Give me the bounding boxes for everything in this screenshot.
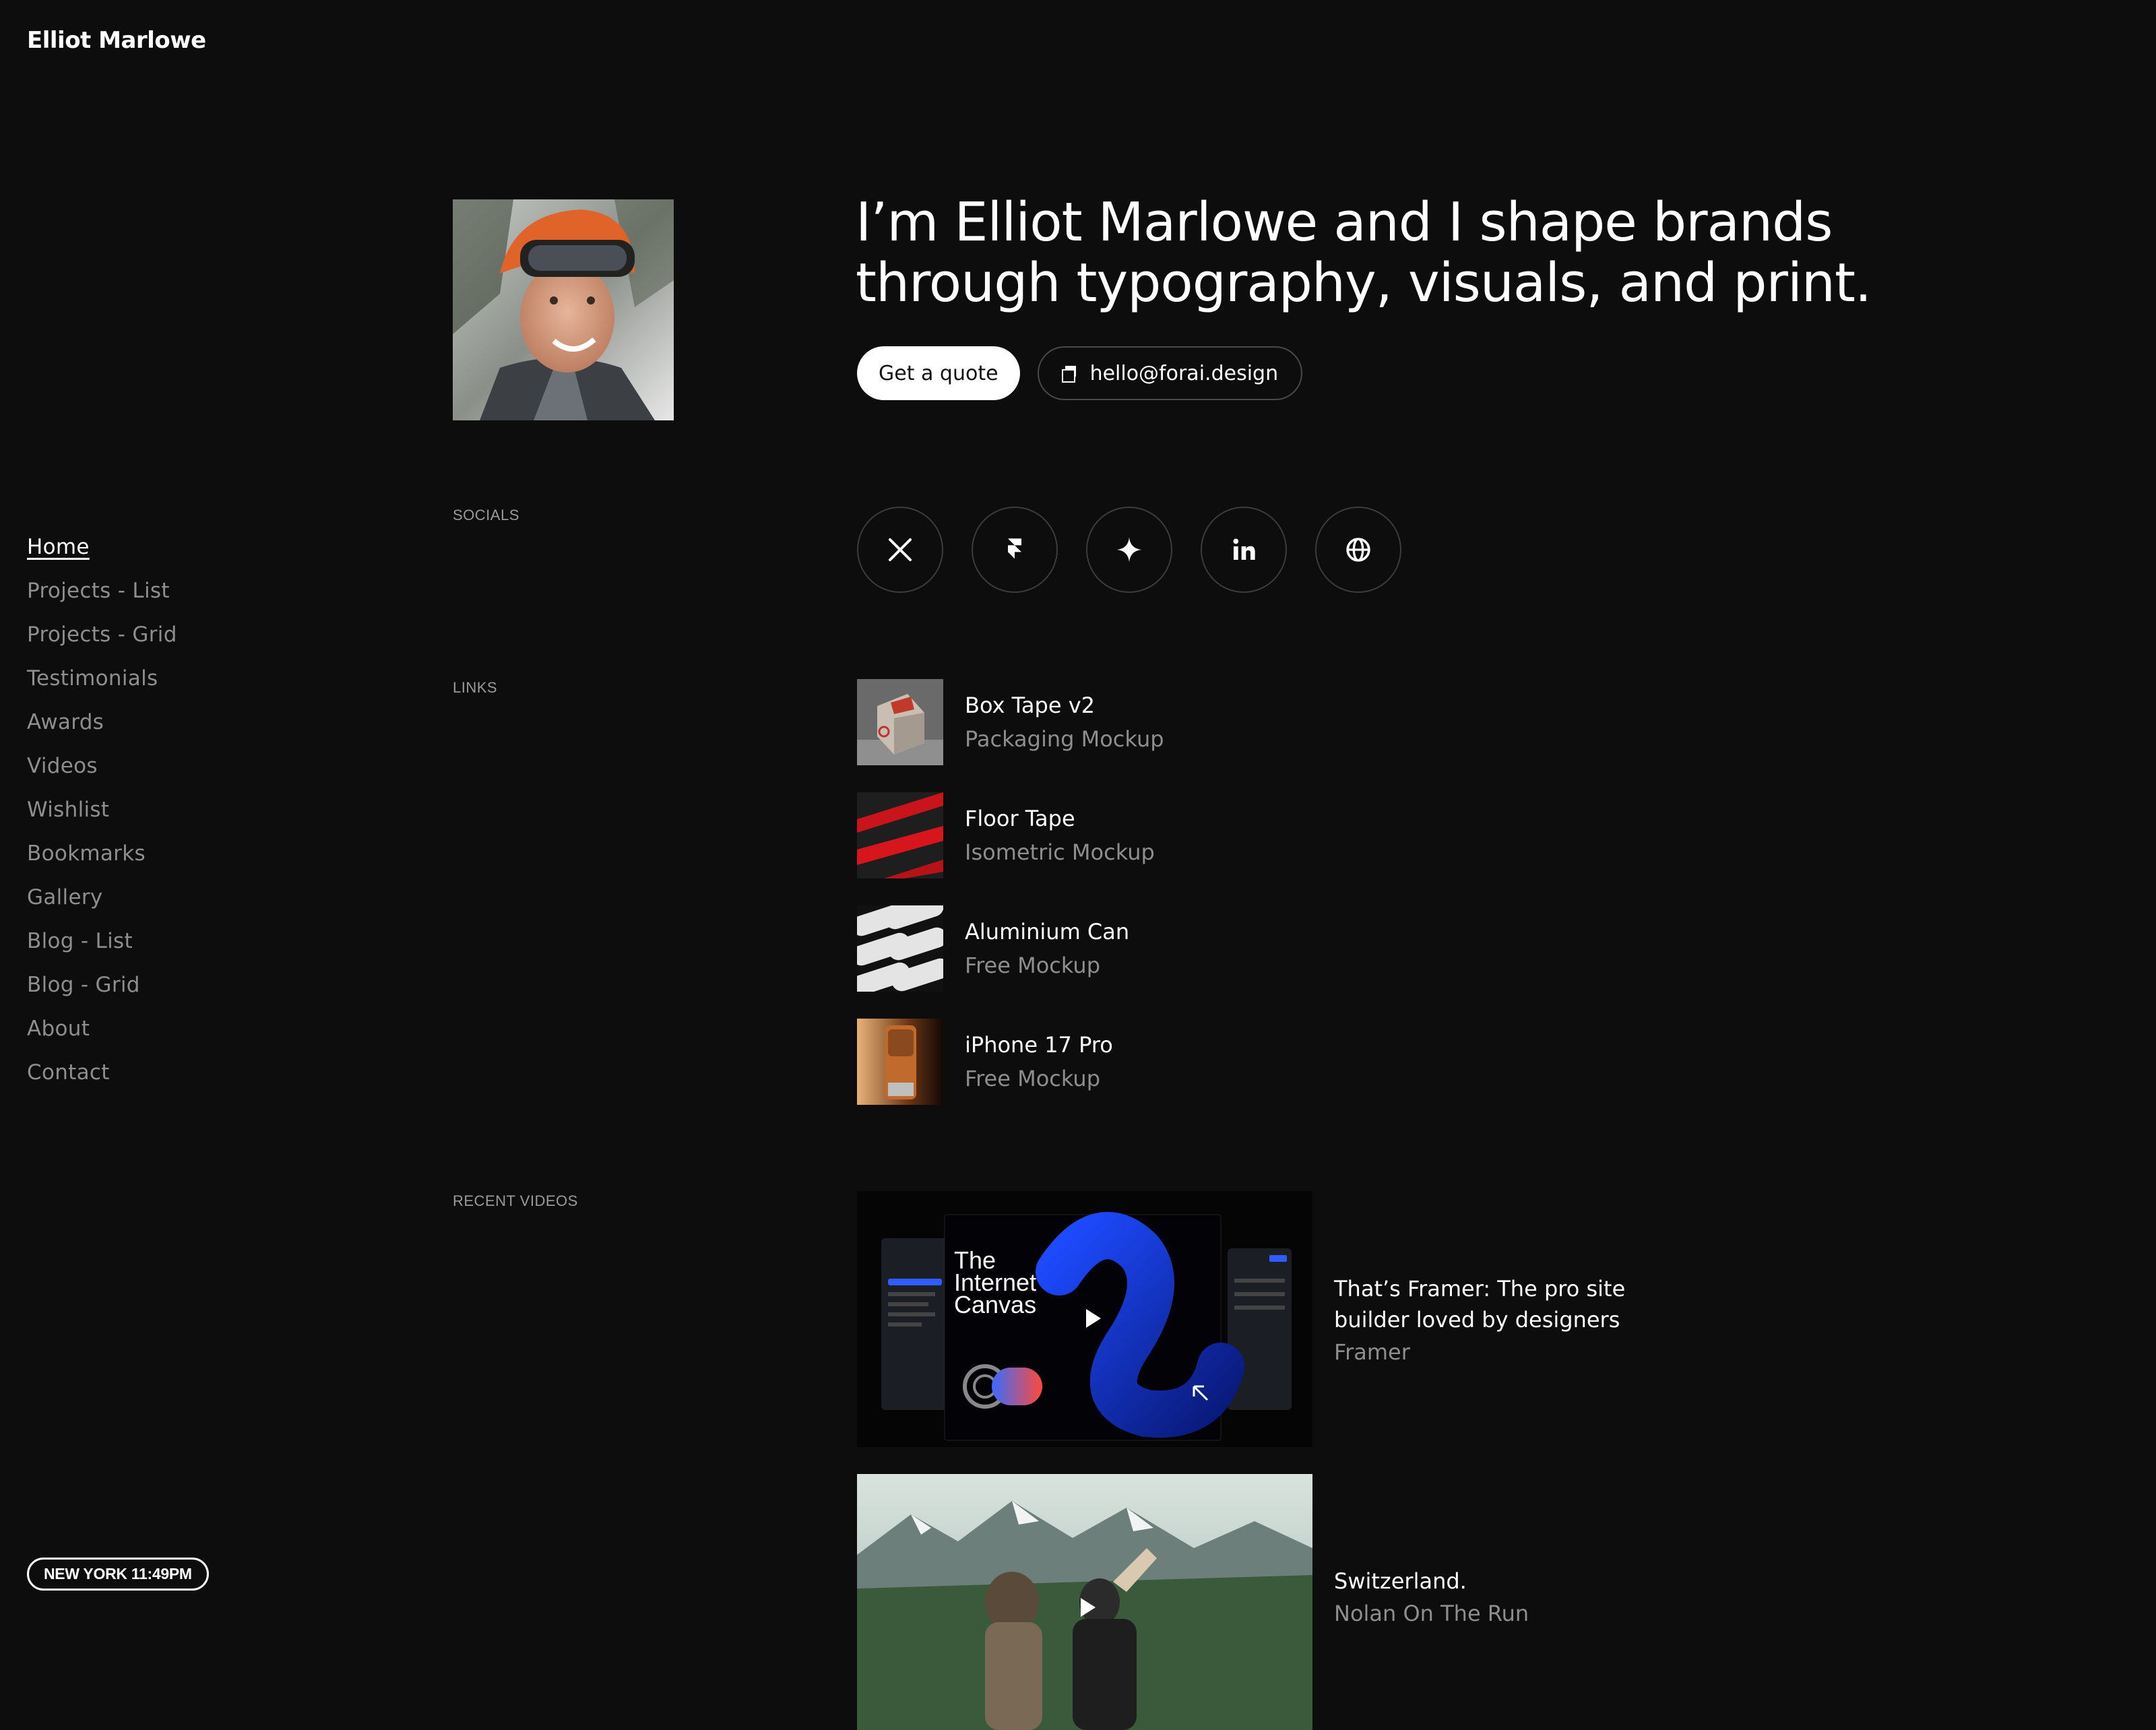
main-nav: Home Projects - List Projects - Grid Tes… <box>27 525 177 1095</box>
link-subtitle: Free Mockup <box>965 953 1100 978</box>
play-icon <box>1081 1598 1096 1617</box>
nav-item-about[interactable]: About <box>27 1007 177 1051</box>
links-list: Box Tape v2 Packaging Mockup Floor Tape … <box>857 679 1164 1105</box>
sparkle-icon <box>1116 537 1142 563</box>
floor-tape-thumbnail <box>857 792 943 878</box>
link-subtitle: Isometric Mockup <box>965 839 1155 865</box>
video-item-framer[interactable]: The Internet Canvas That’s Framer: The p… <box>857 1191 1657 1447</box>
social-link-linkedin[interactable] <box>1201 507 1287 593</box>
video-title: That’s Framer: The pro site builder love… <box>1334 1273 1657 1335</box>
link-title: iPhone 17 Pro <box>965 1032 1113 1058</box>
hero-actions: Get a quote hello@forai.design <box>857 346 1303 400</box>
video-thumbnail[interactable] <box>857 1474 1312 1730</box>
aluminium-can-thumbnail <box>857 905 943 992</box>
link-item-box-tape[interactable]: Box Tape v2 Packaging Mockup <box>857 679 1164 765</box>
video-title-line-2: builder loved by designers <box>1334 1307 1620 1333</box>
copy-icon <box>1061 366 1077 383</box>
link-item-iphone-17-pro[interactable]: iPhone 17 Pro Free Mockup <box>857 1019 1164 1105</box>
link-subtitle: Packaging Mockup <box>965 726 1164 752</box>
video-title-line-1: That’s Framer: The pro site <box>1334 1276 1626 1302</box>
site-name[interactable]: Elliot Marlowe <box>27 27 206 54</box>
socials-list <box>857 507 1401 593</box>
video-title: Switzerland. <box>1334 1568 1467 1594</box>
video-channel: Framer <box>1334 1339 1410 1365</box>
nav-item-wishlist[interactable]: Wishlist <box>27 788 177 832</box>
nav-item-gallery[interactable]: Gallery <box>27 876 177 920</box>
video-item-switzerland[interactable]: Switzerland. Nolan On The Run <box>857 1474 1657 1730</box>
nav-item-blog-list[interactable]: Blog - List <box>27 920 177 963</box>
video-thumbnail-text-3: Canvas <box>954 1291 1036 1318</box>
play-icon <box>1086 1309 1101 1328</box>
social-link-website[interactable] <box>1315 507 1401 593</box>
avatar-photo <box>453 199 674 420</box>
hero-headline-line-2: through typography, visuals, and print. <box>856 252 1872 314</box>
nav-item-contact[interactable]: Contact <box>27 1051 177 1095</box>
globe-icon <box>1346 538 1370 562</box>
nav-item-videos[interactable]: Videos <box>27 744 177 788</box>
iphone-thumbnail <box>857 1019 943 1105</box>
framer-icon <box>1008 538 1021 559</box>
nav-item-home[interactable]: Home <box>27 525 177 569</box>
socials-section-label: SOCIALS <box>453 507 519 523</box>
linkedin-icon <box>1233 538 1255 560</box>
social-link-sparkle[interactable] <box>1086 507 1172 593</box>
links-section-label: LINKS <box>453 679 498 696</box>
hero-headline-line-1: I’m Elliot Marlowe and I shape brands <box>856 191 1833 253</box>
video-thumbnail[interactable]: The Internet Canvas <box>857 1191 1312 1447</box>
nav-item-projects-grid[interactable]: Projects - Grid <box>27 613 177 657</box>
nav-item-awards[interactable]: Awards <box>27 701 177 744</box>
location-time-badge: NEW YORK 11:49PM <box>27 1558 209 1591</box>
nav-item-testimonials[interactable]: Testimonials <box>27 657 177 701</box>
recent-videos-section-label: RECENT VIDEOS <box>453 1192 578 1209</box>
email-address: hello@forai.design <box>1089 361 1279 385</box>
social-link-x[interactable] <box>857 507 943 593</box>
x-icon <box>889 538 912 561</box>
nav-item-blog-grid[interactable]: Blog - Grid <box>27 963 177 1007</box>
link-item-floor-tape[interactable]: Floor Tape Isometric Mockup <box>857 792 1164 878</box>
nav-item-projects-list[interactable]: Projects - List <box>27 569 177 613</box>
avatar <box>453 199 674 420</box>
nav-item-bookmarks[interactable]: Bookmarks <box>27 832 177 876</box>
hero-headline: I’m Elliot Marlowe and I shape brands th… <box>856 192 1934 313</box>
social-link-framer[interactable] <box>972 507 1058 593</box>
link-subtitle: Free Mockup <box>965 1066 1100 1091</box>
box-tape-thumbnail <box>857 679 943 765</box>
link-item-aluminium-can[interactable]: Aluminium Can Free Mockup <box>857 905 1164 992</box>
link-title: Box Tape v2 <box>965 693 1095 718</box>
link-title: Floor Tape <box>965 806 1075 831</box>
get-quote-button[interactable]: Get a quote <box>857 346 1020 400</box>
video-channel: Nolan On The Run <box>1334 1601 1529 1626</box>
link-title: Aluminium Can <box>965 919 1130 944</box>
copy-email-button[interactable]: hello@forai.design <box>1037 346 1303 400</box>
